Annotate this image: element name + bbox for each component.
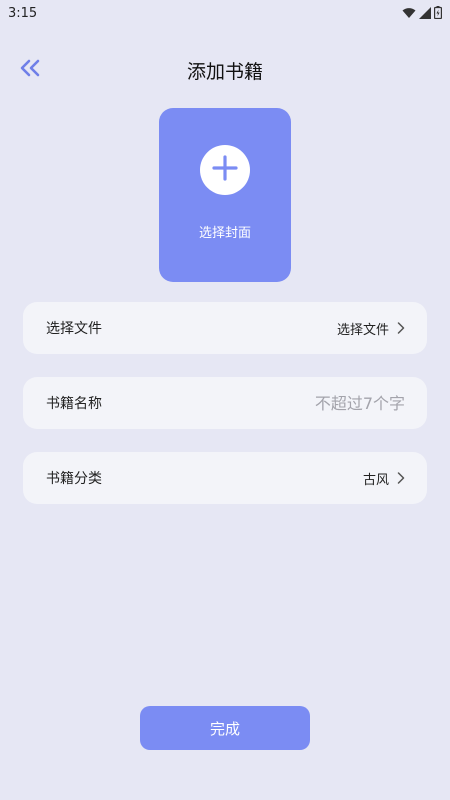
select-file-label: 选择文件 [46, 321, 102, 337]
book-name-label: 书籍名称 [46, 396, 102, 412]
select-cover-button[interactable]: 选择封面 [159, 108, 291, 282]
book-category-right: 古风 [363, 469, 405, 488]
status-bar: 3:15 [0, 0, 450, 26]
select-file-right: 选择文件 [337, 319, 405, 338]
book-name-input[interactable] [205, 393, 405, 413]
select-cover-label: 选择封面 [198, 226, 251, 241]
book-name-row: 书籍名称 [23, 377, 427, 429]
book-category-value: 古风 [362, 472, 389, 488]
back-button[interactable] [14, 54, 46, 86]
chevron-right-icon [397, 469, 405, 488]
status-icons [402, 4, 443, 23]
select-file-value: 选择文件 [336, 322, 389, 338]
wifi-icon [402, 4, 416, 23]
page-title: 添加书籍 [186, 60, 263, 83]
double-chevron-left-icon [19, 59, 41, 81]
header: 添加书籍 [0, 50, 450, 90]
battery-icon [434, 4, 443, 23]
book-category-label: 书籍分类 [46, 471, 102, 487]
chevron-right-icon [397, 319, 405, 338]
done-button[interactable]: 完成 [140, 706, 310, 750]
plus-icon [211, 154, 239, 186]
plus-circle [200, 145, 250, 195]
book-category-row[interactable]: 书籍分类 古风 [23, 452, 427, 504]
signal-icon [419, 4, 431, 23]
status-time: 3:15 [8, 5, 38, 21]
select-file-row[interactable]: 选择文件 选择文件 [23, 302, 427, 354]
